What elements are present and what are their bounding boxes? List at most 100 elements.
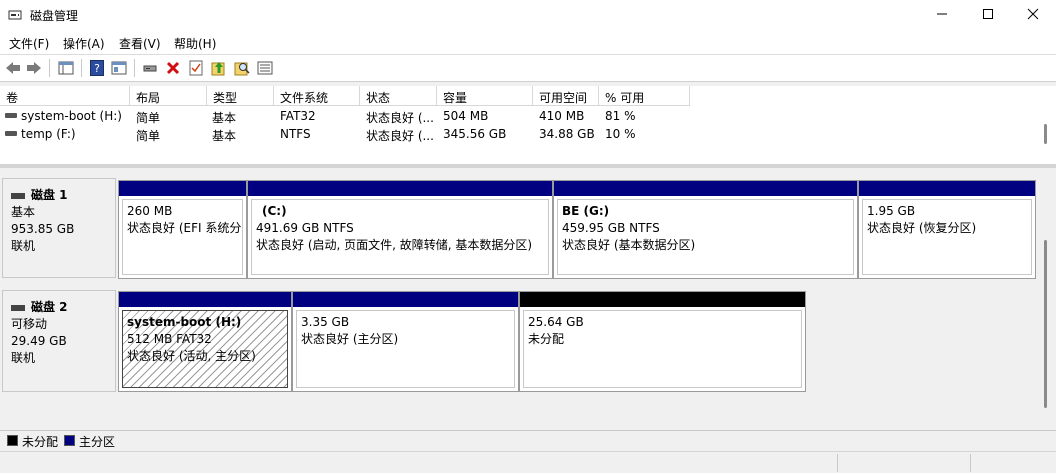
volume-status: 状态良好 (...: [366, 111, 434, 125]
back-icon[interactable]: [4, 59, 22, 77]
minimize-button[interactable]: [919, 0, 965, 31]
column-header-percent-free[interactable]: % 可用: [599, 86, 690, 106]
volume-percent-free: 10 %: [605, 127, 636, 141]
volume-list-scrollbar[interactable]: [1044, 124, 1047, 144]
partition-bar-primary: [554, 181, 857, 196]
partition-status: 状态良好 (EFI 系统分: [127, 221, 242, 235]
help-icon[interactable]: ?: [88, 59, 106, 77]
disk-1-label[interactable]: 磁盘 1 基本 953.85 GB 联机: [2, 178, 116, 278]
partition-body: 3.35 GB 状态良好 (主分区): [296, 310, 515, 388]
disk-size: 953.85 GB: [11, 222, 75, 236]
window-title: 磁盘管理: [30, 9, 79, 23]
partition-size: 512 MB FAT32: [127, 332, 212, 346]
partition-size: 459.95 GB NTFS: [562, 221, 660, 235]
volume-type: 基本: [212, 111, 237, 125]
legend-swatch-primary: [64, 435, 75, 446]
disk-area: 磁盘 1 基本 953.85 GB 联机 260 MB 状态良好 (EFI 系统…: [0, 168, 1056, 430]
volume-layout: 简单: [136, 111, 161, 125]
partition-c[interactable]: (C:) 491.69 GB NTFS 状态良好 (启动, 页面文件, 故障转储…: [247, 180, 553, 279]
partition-status: 状态良好 (恢复分区): [867, 221, 977, 235]
disk-icon: [11, 192, 25, 199]
partition-body: 1.95 GB 状态良好 (恢复分区): [862, 199, 1032, 275]
column-header-filesystem[interactable]: 文件系统: [274, 86, 360, 106]
legend-swatch-unallocated: [7, 435, 18, 446]
disk-icon: [11, 304, 25, 311]
disk-size: 29.49 GB: [11, 334, 67, 348]
partition-name: (C:): [262, 204, 287, 218]
up-arrow-icon[interactable]: [210, 59, 228, 77]
partition-body: 25.64 GB 未分配: [523, 310, 802, 388]
column-header-free-space[interactable]: 可用空间: [533, 86, 599, 106]
menu-help[interactable]: 帮助(H): [174, 35, 216, 52]
volume-list: 卷 布局 类型 文件系统 状态 容量 可用空间 % 可用 system-boot…: [0, 86, 1056, 164]
partition-bar-primary: [859, 181, 1035, 196]
menu-view[interactable]: 查看(V): [119, 35, 161, 52]
partition-body: BE (G:) 459.95 GB NTFS 状态良好 (基本数据分区): [557, 199, 854, 275]
partition-body: 260 MB 状态良好 (EFI 系统分: [122, 199, 243, 275]
volume-capacity: 504 MB: [443, 109, 489, 123]
partition-status: 状态良好 (活动, 主分区): [127, 349, 256, 363]
menu-file[interactable]: 文件(F): [9, 35, 49, 52]
disk-state: 联机: [11, 239, 36, 253]
partition-size: 491.69 GB NTFS: [256, 221, 354, 235]
volume-name: system-boot (H:): [21, 109, 122, 123]
partition-name: BE (G:): [562, 204, 610, 218]
column-header-status[interactable]: 状态: [360, 86, 437, 106]
status-bar: [0, 451, 1056, 473]
maximize-button[interactable]: [965, 0, 1011, 31]
list-icon[interactable]: [256, 59, 274, 77]
partition-unallocated[interactable]: 25.64 GB 未分配: [519, 291, 806, 392]
connect-icon[interactable]: [141, 59, 159, 77]
menu-action[interactable]: 操作(A): [63, 35, 105, 52]
disk-title: 磁盘 2: [31, 300, 68, 314]
volume-list-header: 卷 布局 类型 文件系统 状态 容量 可用空间 % 可用: [0, 86, 1056, 106]
svg-text:?: ?: [94, 62, 100, 75]
column-header-type[interactable]: 类型: [207, 86, 274, 106]
partition-bar-unallocated: [520, 292, 805, 307]
search-icon[interactable]: [233, 59, 251, 77]
partition-status: 状态良好 (主分区): [301, 332, 399, 346]
partition-recovery[interactable]: 1.95 GB 状态良好 (恢复分区): [858, 180, 1036, 279]
menu-bar: 文件(F) 操作(A) 查看(V) 帮助(H): [0, 31, 1056, 55]
volume-name: temp (F:): [21, 127, 76, 141]
volume-filesystem: NTFS: [280, 127, 311, 141]
disk-area-scrollbar[interactable]: [1044, 240, 1047, 408]
partition-bar-primary: [293, 292, 518, 307]
properties-icon[interactable]: [110, 59, 128, 77]
forward-icon[interactable]: [25, 59, 43, 77]
partition-size: 260 MB: [127, 204, 173, 218]
partition-size: 1.95 GB: [867, 204, 916, 218]
partition-h[interactable]: system-boot (H:) 512 MB FAT32 状态良好 (活动, …: [118, 291, 292, 392]
partition-status: 状态良好 (启动, 页面文件, 故障转储, 基本数据分区): [256, 238, 533, 252]
partition-efi[interactable]: 260 MB 状态良好 (EFI 系统分: [118, 180, 247, 279]
partition-bar-primary: [119, 181, 246, 196]
partition-bar-primary: [248, 181, 552, 196]
disk-state: 联机: [11, 351, 36, 365]
delete-icon[interactable]: [164, 59, 182, 77]
partition-body-selected: system-boot (H:) 512 MB FAT32 状态良好 (活动, …: [122, 310, 288, 388]
disk-2-label[interactable]: 磁盘 2 可移动 29.49 GB 联机: [2, 290, 116, 392]
partition-g[interactable]: BE (G:) 459.95 GB NTFS 状态良好 (基本数据分区): [553, 180, 858, 279]
close-button[interactable]: [1010, 0, 1056, 31]
volume-filesystem: FAT32: [280, 109, 316, 123]
table-row[interactable]: temp (F:) 简单 基本 NTFS 状态良好 (... 345.56 GB…: [0, 125, 1040, 143]
column-header-volume[interactable]: 卷: [0, 86, 130, 106]
check-icon[interactable]: [187, 59, 205, 77]
status-divider: [970, 454, 971, 472]
partition-primary-3gb[interactable]: 3.35 GB 状态良好 (主分区): [292, 291, 519, 392]
drive-icon: [5, 131, 17, 136]
table-row[interactable]: system-boot (H:) 简单 基本 FAT32 状态良好 (... 5…: [0, 107, 1040, 125]
column-header-layout[interactable]: 布局: [130, 86, 207, 106]
legend-label-primary: 主分区: [79, 435, 116, 449]
column-header-capacity[interactable]: 容量: [437, 86, 533, 106]
disk-management-app-icon: [8, 8, 22, 22]
console-tree-icon[interactable]: [57, 59, 75, 77]
partition-status: 状态良好 (基本数据分区): [562, 238, 696, 252]
legend: 未分配 主分区: [0, 430, 1056, 450]
maximize-icon: [982, 8, 994, 23]
disk-kind: 可移动: [11, 317, 48, 331]
volume-free-space: 410 MB: [539, 109, 585, 123]
volume-layout: 简单: [136, 129, 161, 143]
volume-percent-free: 81 %: [605, 109, 636, 123]
minimize-icon: [936, 8, 948, 23]
